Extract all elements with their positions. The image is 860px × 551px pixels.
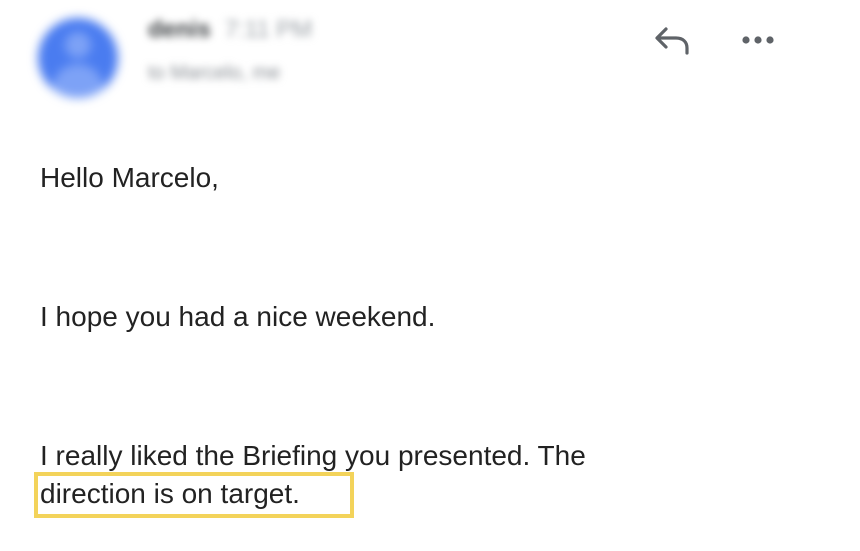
recipient-line[interactable]: to Marcelo, me xyxy=(148,62,280,85)
greeting-text: Hello Marcelo, xyxy=(40,162,219,193)
person-icon-head xyxy=(65,32,91,58)
paragraph-weekend: I hope you had a nice weekend. xyxy=(40,301,436,332)
sender-avatar[interactable] xyxy=(38,18,118,98)
reply-button[interactable] xyxy=(650,22,694,58)
person-icon-body xyxy=(52,64,104,98)
paragraph-briefing-line-1: I really liked the Briefing you presente… xyxy=(40,440,586,471)
sender-time: 7:11 PM xyxy=(224,16,313,43)
reply-icon xyxy=(655,27,689,55)
more-options-button[interactable] xyxy=(736,22,780,58)
sender-line: denis 7:11 PM xyxy=(148,16,312,44)
email-header: denis 7:11 PM to Marcelo, me xyxy=(0,0,860,110)
highlight-box xyxy=(34,472,354,518)
more-horizontal-icon xyxy=(742,36,774,44)
recipient-text: to Marcelo, me xyxy=(148,62,281,84)
sender-name[interactable]: denis xyxy=(148,16,211,43)
